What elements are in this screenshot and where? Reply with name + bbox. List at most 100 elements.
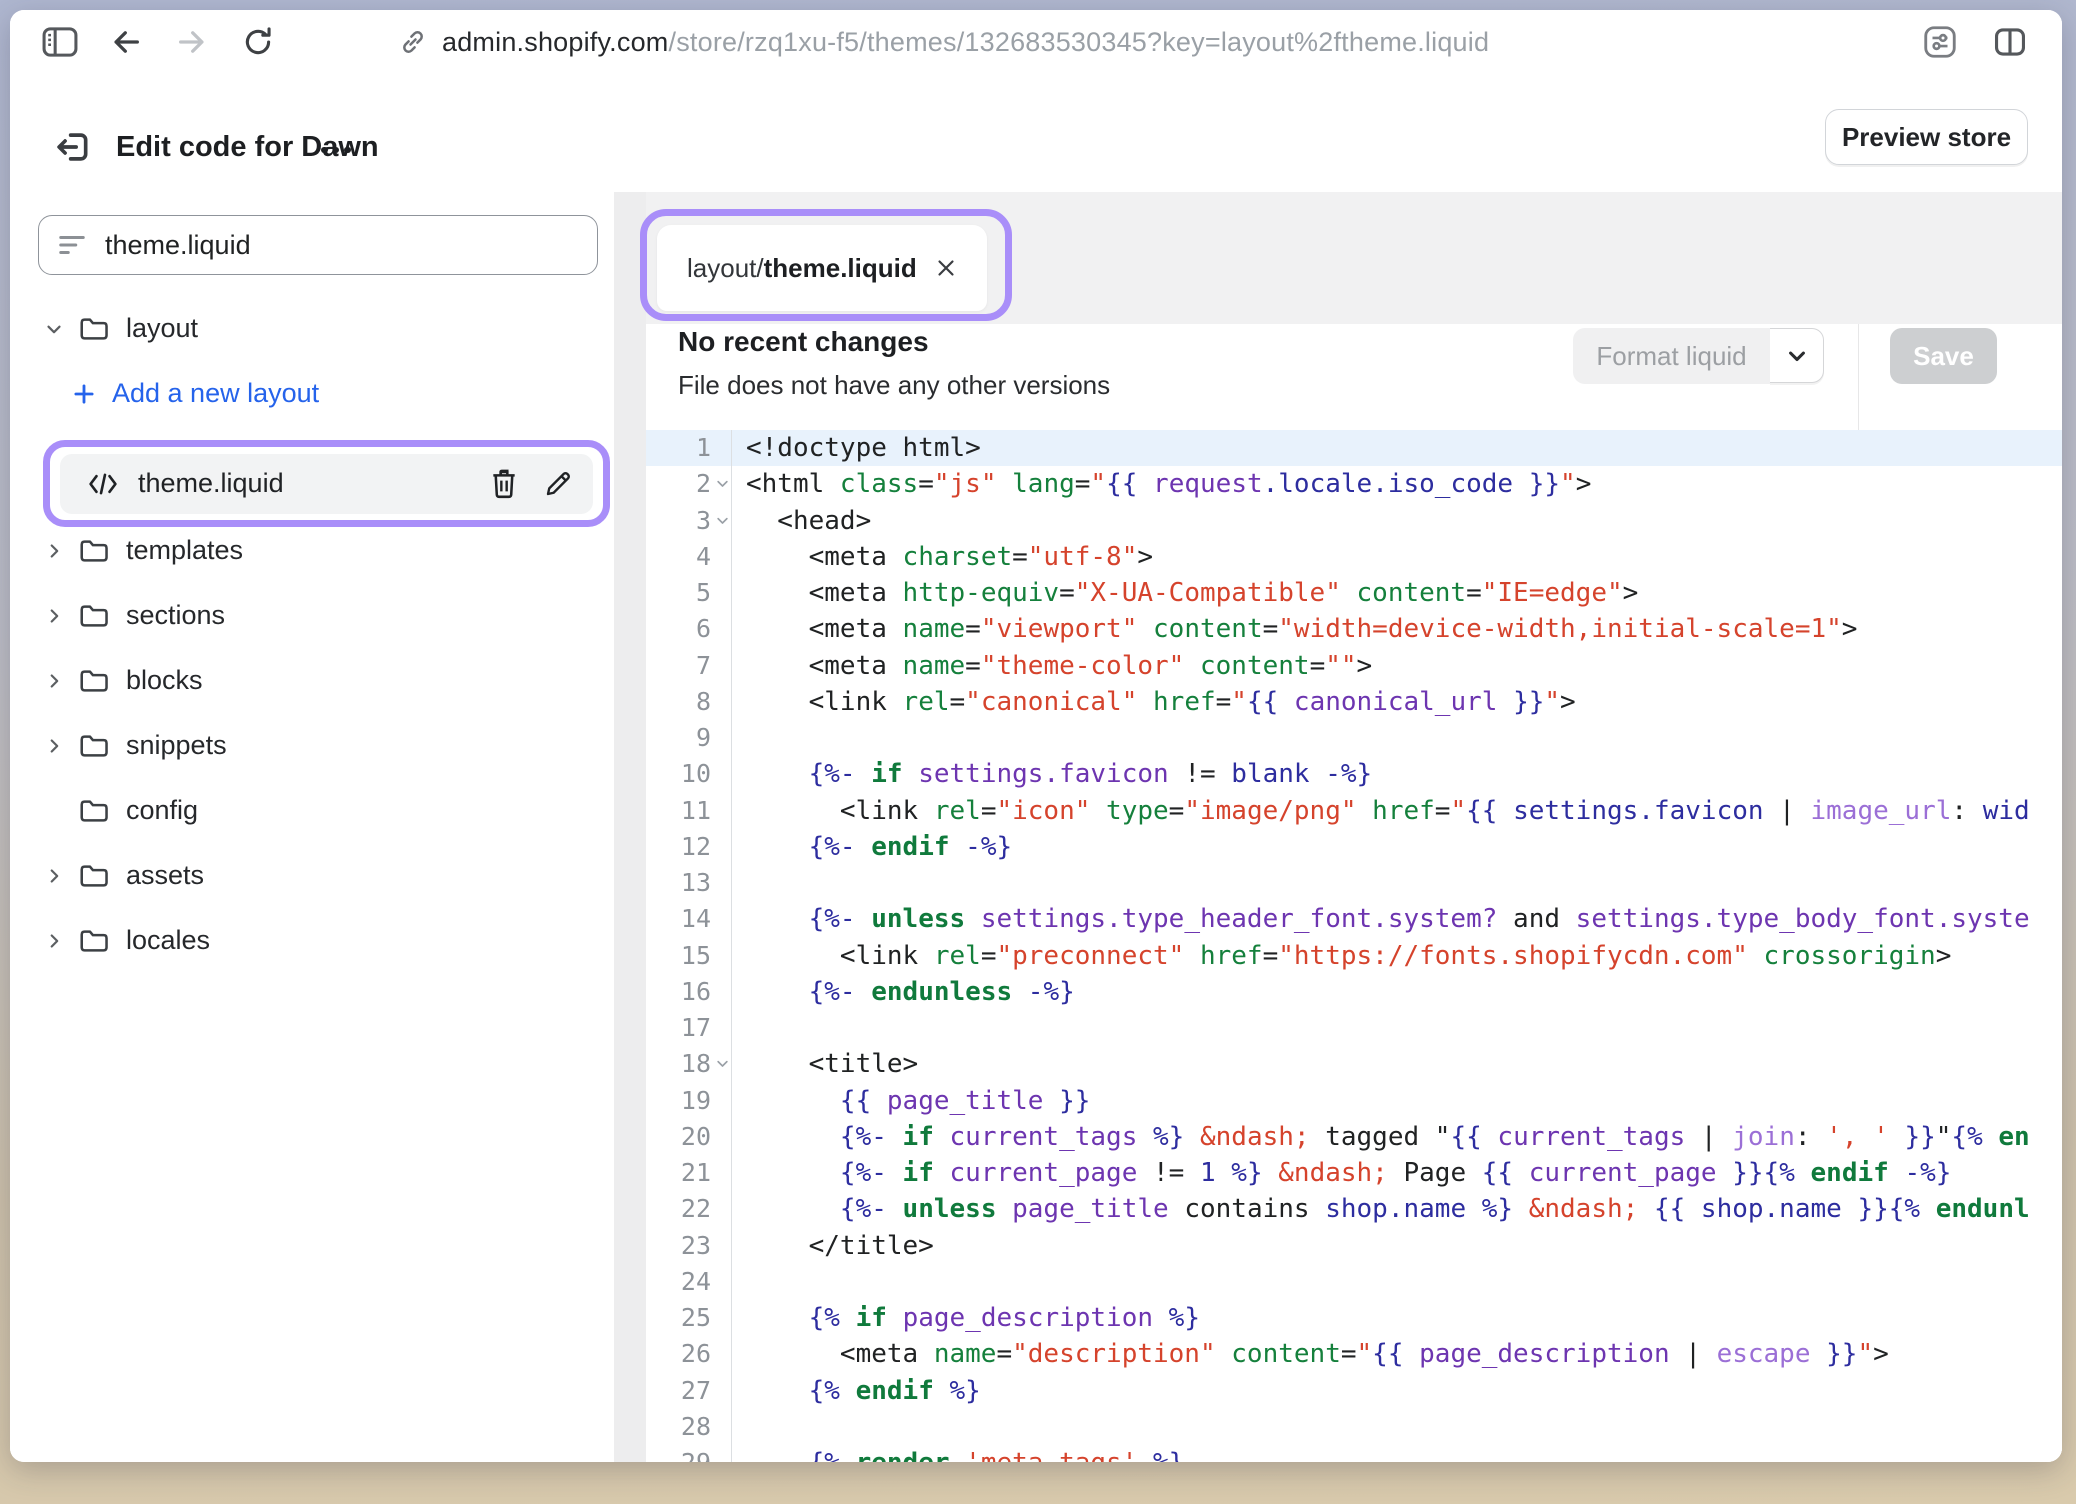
- sidebar-folder-blocks[interactable]: blocks: [10, 662, 614, 699]
- code-line-3[interactable]: 3 <head>: [646, 503, 2062, 539]
- forward-button[interactable]: [170, 20, 214, 64]
- fold-chevron-icon[interactable]: [715, 513, 730, 528]
- chevron-right-icon: [43, 735, 65, 757]
- code-line-2[interactable]: 2<html class="js" lang="{{ request.local…: [646, 466, 2062, 502]
- code-line-25[interactable]: 25 {% if page_description %}: [646, 1300, 2062, 1336]
- plus-icon: [71, 381, 97, 407]
- ellipsis-icon: [321, 147, 328, 154]
- code-line-19[interactable]: 19 {{ page_title }}: [646, 1083, 2062, 1119]
- line-content: <meta name="viewport" content="width=dev…: [732, 611, 1857, 647]
- back-button[interactable]: [104, 20, 148, 64]
- code-line-6[interactable]: 6 <meta name="viewport" content="width=d…: [646, 611, 2062, 647]
- chevron-right-icon: [43, 605, 65, 627]
- line-content: {% if page_description %}: [732, 1300, 1200, 1336]
- code-line-11[interactable]: 11 <link rel="icon" type="image/png" hre…: [646, 793, 2062, 829]
- code-line-16[interactable]: 16 {%- endunless -%}: [646, 974, 2062, 1010]
- fold-chevron-icon[interactable]: [715, 476, 730, 491]
- browser-settings-button[interactable]: [1918, 20, 1962, 64]
- line-content: <link rel="canonical" href="{{ canonical…: [732, 684, 1576, 720]
- tab-theme-liquid[interactable]: layout/theme.liquid: [657, 225, 987, 311]
- sidebar-toggle-button[interactable]: [38, 20, 82, 64]
- fold-chevron-icon[interactable]: [715, 1056, 730, 1071]
- format-dropdown-button[interactable]: [1770, 328, 1824, 383]
- code-line-17[interactable]: 17: [646, 1010, 2062, 1046]
- sidebar-folder-snippets[interactable]: snippets: [10, 727, 614, 764]
- code-line-24[interactable]: 24: [646, 1264, 2062, 1300]
- code-editor[interactable]: 1<!doctype html>2<html class="js" lang="…: [646, 430, 2062, 1462]
- line-content: <meta http-equiv="X-UA-Compatible" conte…: [732, 575, 1638, 611]
- sidebar-folder-sections[interactable]: sections: [10, 597, 614, 634]
- line-number: 14: [646, 901, 732, 937]
- file-search[interactable]: [38, 215, 598, 275]
- line-content: [732, 865, 746, 901]
- code-line-5[interactable]: 5 <meta http-equiv="X-UA-Compatible" con…: [646, 575, 2062, 611]
- folder-icon: [78, 667, 110, 695]
- line-content: [732, 720, 746, 756]
- chevron-right-icon: [43, 865, 65, 887]
- line-number: 19: [646, 1083, 732, 1119]
- folder-label: templates: [126, 535, 243, 566]
- folder-icon: [78, 537, 110, 565]
- format-liquid-button[interactable]: Format liquid: [1573, 328, 1770, 384]
- code-line-10[interactable]: 10 {%- if settings.favicon != blank -%}: [646, 756, 2062, 792]
- code-line-29[interactable]: 29 {% render 'meta-tags' %}: [646, 1445, 2062, 1462]
- browser-toolbar: admin.shopify.com/store/rzq1xu-f5/themes…: [10, 10, 2062, 75]
- url-text: admin.shopify.com/store/rzq1xu-f5/themes…: [442, 27, 1489, 58]
- code-line-4[interactable]: 4 <meta charset="utf-8">: [646, 539, 2062, 575]
- folder-icon: [78, 602, 110, 630]
- code-line-8[interactable]: 8 <link rel="canonical" href="{{ canonic…: [646, 684, 2062, 720]
- preview-store-button[interactable]: Preview store: [1825, 109, 2028, 165]
- save-button[interactable]: Save: [1890, 328, 1997, 384]
- code-line-1[interactable]: 1<!doctype html>: [646, 430, 2062, 466]
- code-line-7[interactable]: 7 <meta name="theme-color" content="">: [646, 648, 2062, 684]
- sidebar-folder-templates[interactable]: templates: [10, 532, 614, 569]
- file-sidebar: layout Add a new layout theme.liquid templa…: [10, 192, 614, 1462]
- code-line-9[interactable]: 9: [646, 720, 2062, 756]
- line-content: [732, 1409, 746, 1445]
- url-bar[interactable]: admin.shopify.com/store/rzq1xu-f5/themes…: [398, 27, 1918, 58]
- file-tree: layout Add a new layout theme.liquid templa…: [10, 310, 614, 987]
- reload-button[interactable]: [236, 20, 280, 64]
- file-label: theme.liquid: [138, 468, 284, 499]
- rename-file-button[interactable]: [543, 469, 573, 499]
- sidebar-folder-config[interactable]: config: [10, 792, 614, 829]
- tab-close-button[interactable]: [929, 251, 963, 285]
- browser-window: admin.shopify.com/store/rzq1xu-f5/themes…: [10, 10, 2062, 1462]
- sidebar-folder-locales[interactable]: locales: [10, 922, 614, 959]
- search-input[interactable]: [103, 229, 579, 262]
- line-content: <meta name="theme-color" content="">: [732, 648, 1372, 684]
- delete-icon: [489, 468, 519, 500]
- code-line-22[interactable]: 22 {%- unless page_title contains shop.n…: [646, 1191, 2062, 1227]
- code-line-26[interactable]: 26 <meta name="description" content="{{ …: [646, 1336, 2062, 1372]
- code-line-12[interactable]: 12 {%- endif -%}: [646, 829, 2062, 865]
- url-path: /store/rzq1xu-f5/themes/132683530345?key…: [669, 27, 1490, 57]
- code-line-28[interactable]: 28: [646, 1409, 2062, 1445]
- code-line-18[interactable]: 18 <title>: [646, 1046, 2062, 1082]
- line-number: 9: [646, 720, 732, 756]
- code-line-14[interactable]: 14 {%- unless settings.type_header_font.…: [646, 901, 2062, 937]
- code-line-15[interactable]: 15 <link rel="preconnect" href="https://…: [646, 938, 2062, 974]
- code-line-13[interactable]: 13: [646, 865, 2062, 901]
- delete-file-button[interactable]: [489, 468, 519, 500]
- code-line-27[interactable]: 27 {% endif %}: [646, 1373, 2062, 1409]
- sidebar-action-add-a-new-layout[interactable]: Add a new layout: [10, 375, 614, 412]
- split-view-button[interactable]: [1988, 20, 2032, 64]
- sidebar-file-theme-liquid[interactable]: theme.liquid: [60, 454, 593, 514]
- content-area: layout Add a new layout theme.liquid templa…: [10, 192, 2062, 1462]
- sidebar-folder-layout[interactable]: layout: [10, 310, 614, 347]
- chevron-down-icon: [1783, 342, 1811, 370]
- line-number: 6: [646, 611, 732, 647]
- exit-editor-button[interactable]: [50, 124, 96, 170]
- code-line-20[interactable]: 20 {%- if current_tags %} &ndash; tagged…: [646, 1119, 2062, 1155]
- folder-icon: [78, 315, 110, 343]
- more-actions-button[interactable]: [310, 132, 362, 168]
- sidebar-folder-assets[interactable]: assets: [10, 857, 614, 894]
- version-subtitle: File does not have any other versions: [678, 370, 1110, 401]
- line-number: 29: [646, 1445, 732, 1462]
- code-line-23[interactable]: 23 </title>: [646, 1228, 2062, 1264]
- code-line-21[interactable]: 21 {%- if current_page != 1 %} &ndash; P…: [646, 1155, 2062, 1191]
- line-content: {%- if current_page != 1 %} &ndash; Page…: [732, 1155, 1951, 1191]
- line-number: 26: [646, 1336, 732, 1372]
- line-content: <link rel="preconnect" href="https://fon…: [732, 938, 1951, 974]
- sidebar-toggle-icon: [42, 26, 78, 58]
